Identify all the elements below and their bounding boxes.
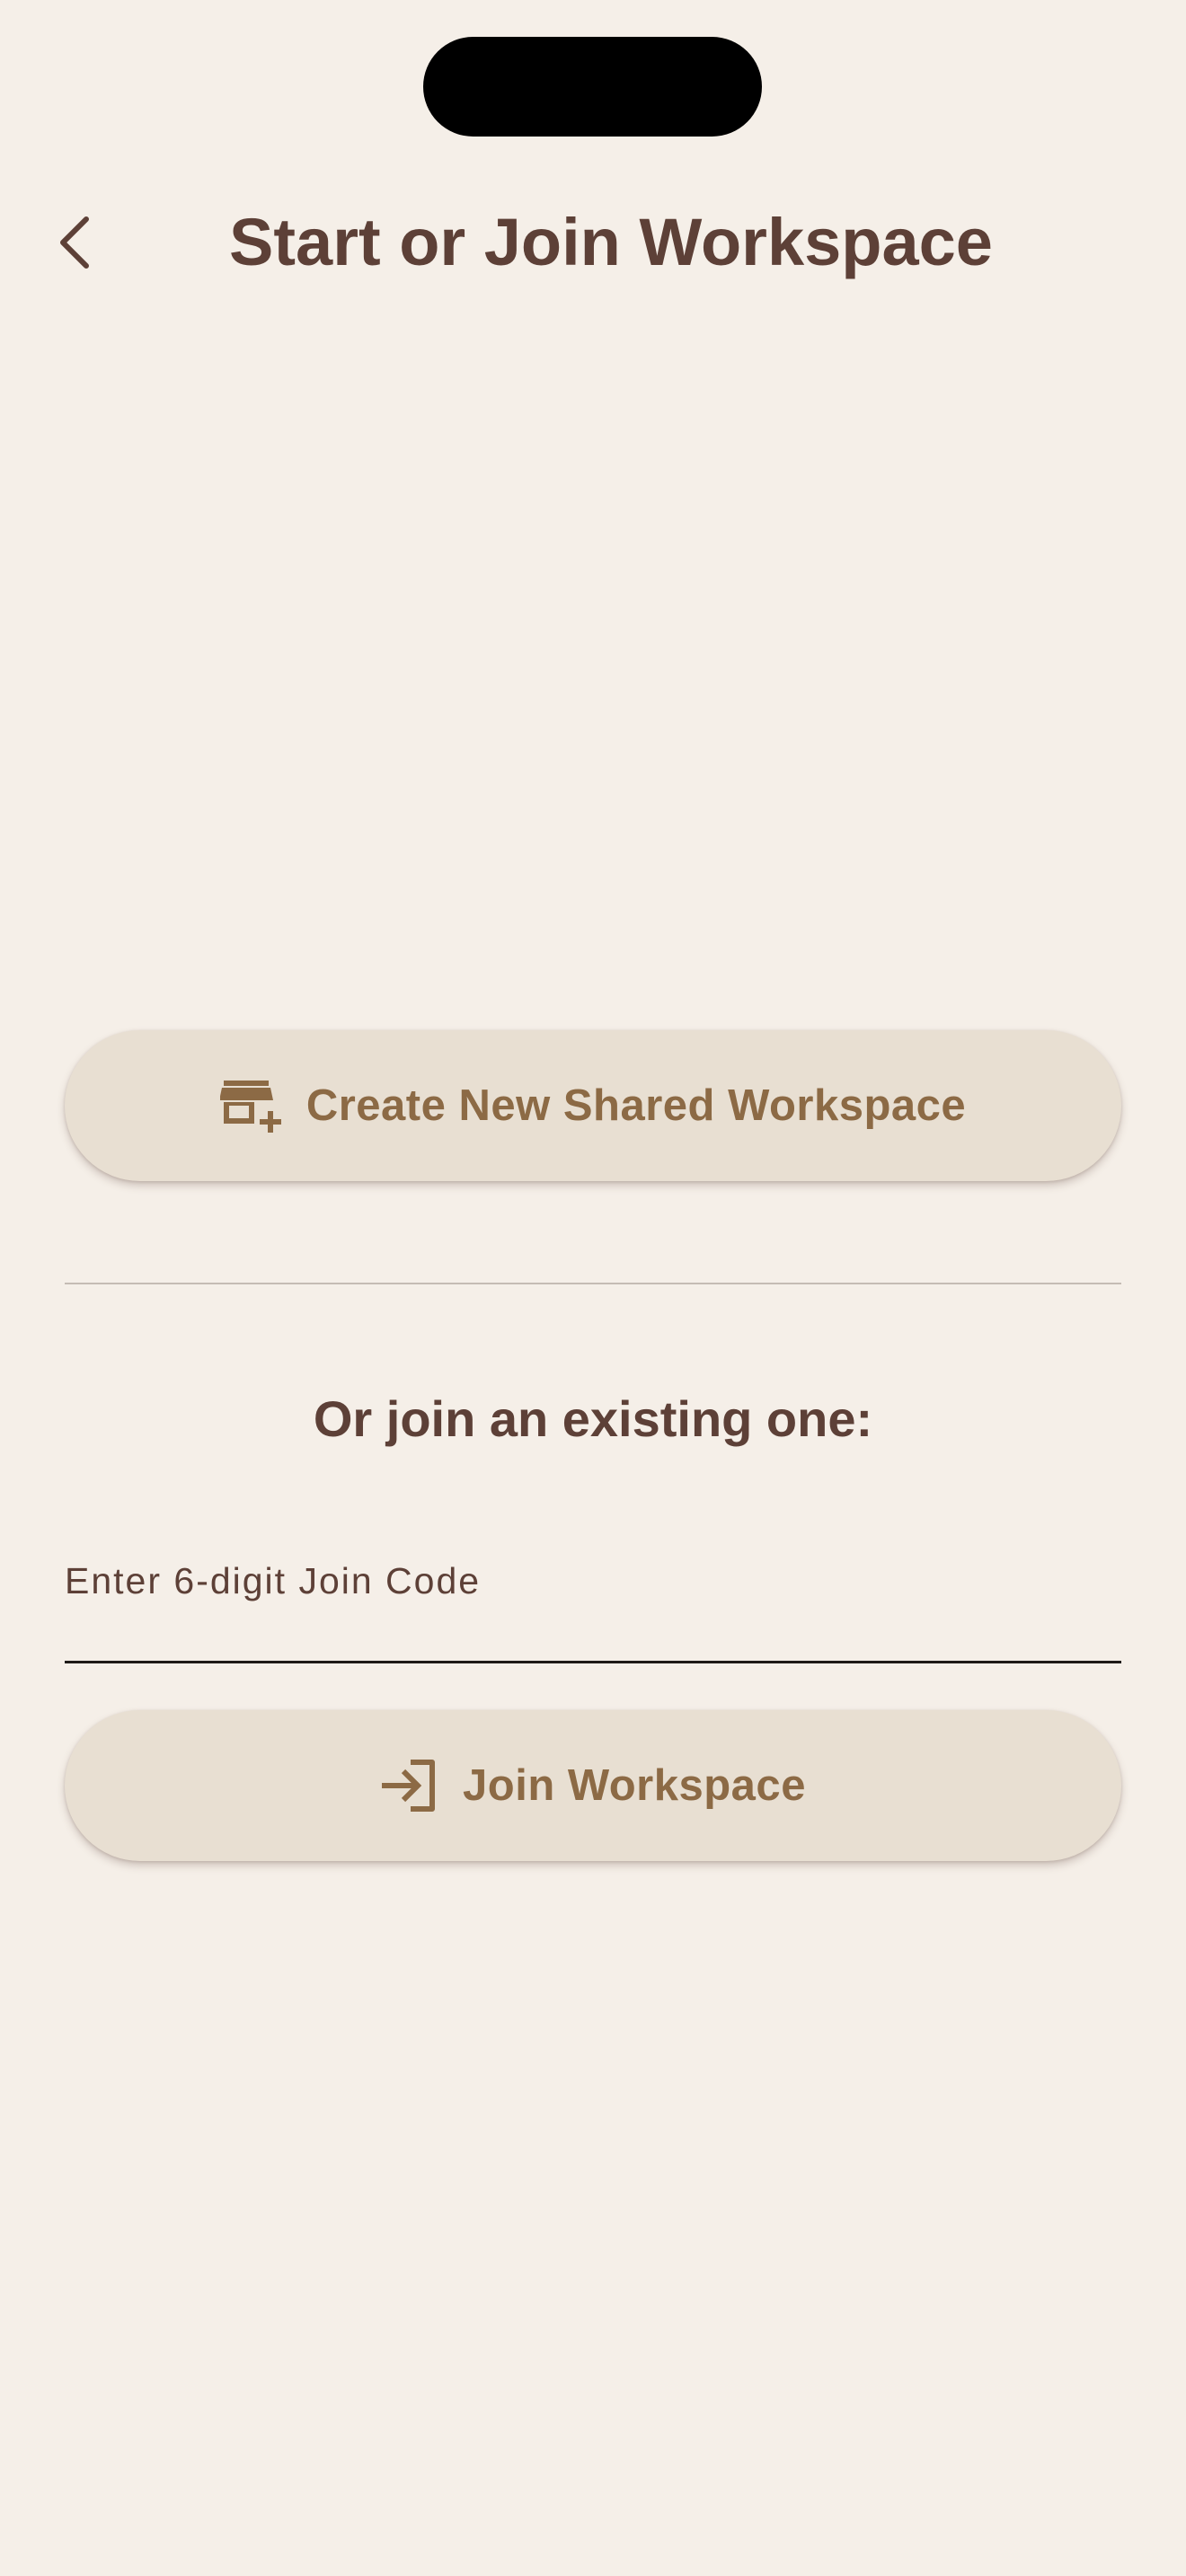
join-workspace-button[interactable]: Join Workspace [65,1710,1121,1861]
add-business-icon [219,1079,281,1133]
join-section-heading: Or join an existing one: [313,1390,873,1447]
join-workspace-label: Join Workspace [463,1761,806,1810]
dynamic-island [423,37,762,137]
back-button[interactable] [40,203,111,282]
login-icon [380,1759,438,1813]
create-workspace-label: Create New Shared Workspace [305,1081,967,1130]
join-code-input[interactable] [65,1527,1121,1635]
page-title: Start or Join Workspace [229,205,993,279]
app-bar: Start or Join Workspace [0,180,1186,305]
join-code-field [65,1527,1121,1663]
chevron-left-icon [56,214,95,271]
section-divider [65,1283,1121,1284]
create-workspace-button[interactable]: Create New Shared Workspace [65,1030,1121,1181]
